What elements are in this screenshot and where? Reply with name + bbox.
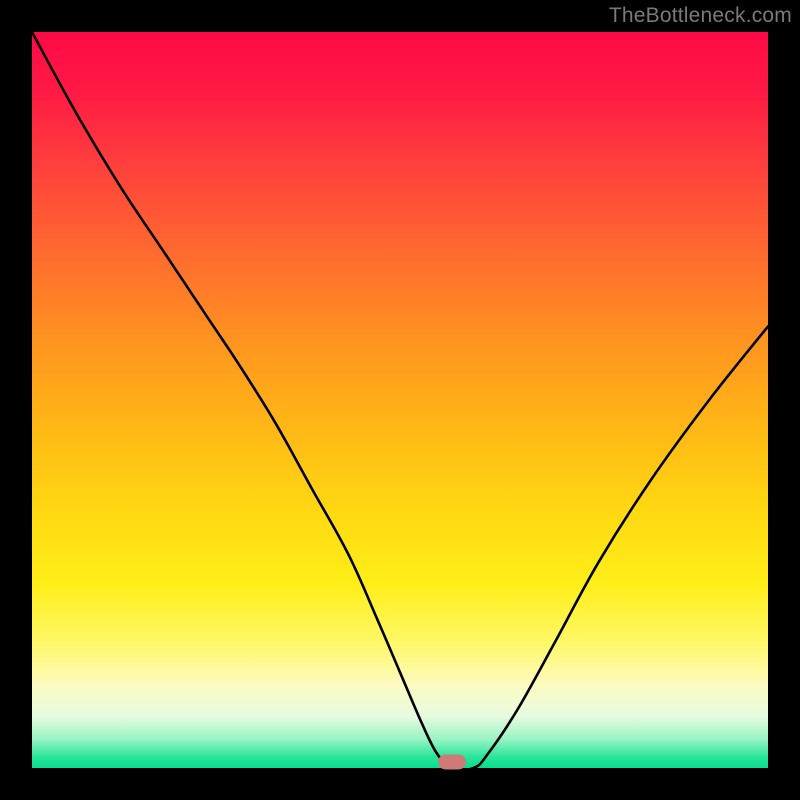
optimal-point-marker xyxy=(438,755,466,770)
chart-frame: TheBottleneck.com xyxy=(0,0,800,800)
plot-area xyxy=(32,32,768,768)
watermark-text: TheBottleneck.com xyxy=(609,4,792,28)
bottleneck-curve xyxy=(32,32,768,768)
